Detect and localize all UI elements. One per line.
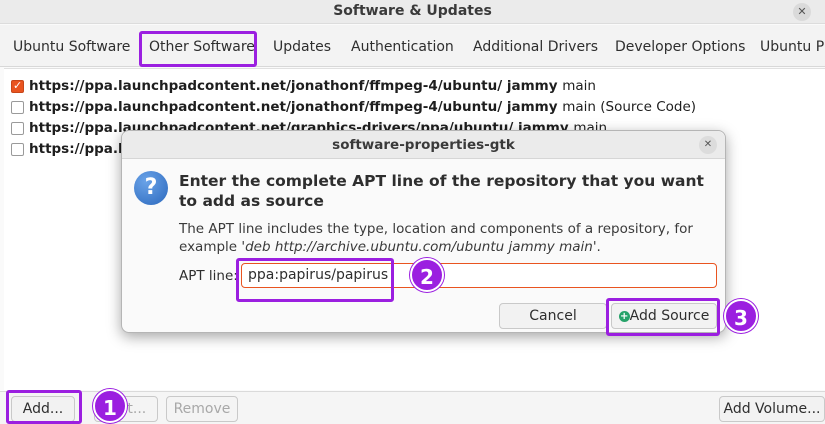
tab-developer-options[interactable]: Developer Options [615, 39, 745, 55]
source-components: main [562, 78, 596, 94]
apt-line-label: APT line: [179, 268, 238, 284]
dialog-titlebar: software-properties-gtk ✕ [122, 131, 725, 159]
source-url: https://ppa.launchpadcontent.net/jonatho… [29, 78, 558, 94]
window-titlebar: Software & Updates ✕ [0, 0, 825, 24]
source-checkbox[interactable] [11, 122, 24, 135]
highlight-add-source-button [606, 298, 720, 336]
tab-bar: Ubuntu Software Other Software Updates A… [0, 25, 825, 67]
source-components: main (Source Code) [562, 99, 697, 115]
close-icon[interactable]: ✕ [793, 3, 811, 21]
source-row[interactable]: https://ppa.launchpadcontent.net/jonatho… [4, 77, 824, 97]
dialog-heading: Enter the complete APT line of the repos… [179, 172, 704, 210]
desc-suffix: '. [592, 239, 601, 255]
question-icon: ? [134, 171, 168, 205]
source-checkbox[interactable] [11, 101, 24, 114]
tab-authentication[interactable]: Authentication [351, 39, 454, 55]
highlight-apt-input [236, 258, 394, 302]
add-volume-button[interactable]: Add Volume... [719, 396, 825, 422]
source-url: https://ppa.launchpadcontent.net/jonatho… [29, 99, 558, 115]
tab-ubuntu-pro[interactable]: Ubuntu Pr [760, 39, 825, 55]
callout-badge-2: 2 [410, 258, 444, 292]
callout-badge-1: 1 [93, 389, 127, 423]
source-checkbox[interactable] [11, 143, 24, 156]
highlight-tab-other-software [139, 31, 257, 67]
desc-example: deb http://archive.ubuntu.com/ubuntu jam… [245, 239, 593, 255]
dialog-description: The APT line includes the type, location… [179, 220, 719, 256]
callout-badge-3: 3 [724, 299, 758, 333]
remove-button[interactable]: Remove [166, 396, 238, 422]
window-title: Software & Updates [333, 3, 492, 19]
source-row[interactable]: https://ppa.launchpadcontent.net/jonatho… [4, 98, 824, 118]
source-url: https://ppa.la [29, 141, 132, 157]
dialog-close-icon[interactable]: ✕ [699, 136, 717, 154]
dialog-title: software-properties-gtk [332, 137, 515, 153]
cancel-button[interactable]: Cancel [499, 303, 607, 329]
tab-updates[interactable]: Updates [273, 39, 331, 55]
tab-ubuntu-software[interactable]: Ubuntu Software [13, 39, 130, 55]
source-checkbox[interactable] [11, 79, 24, 93]
highlight-add-button [6, 390, 82, 424]
tab-additional-drivers[interactable]: Additional Drivers [473, 39, 598, 55]
